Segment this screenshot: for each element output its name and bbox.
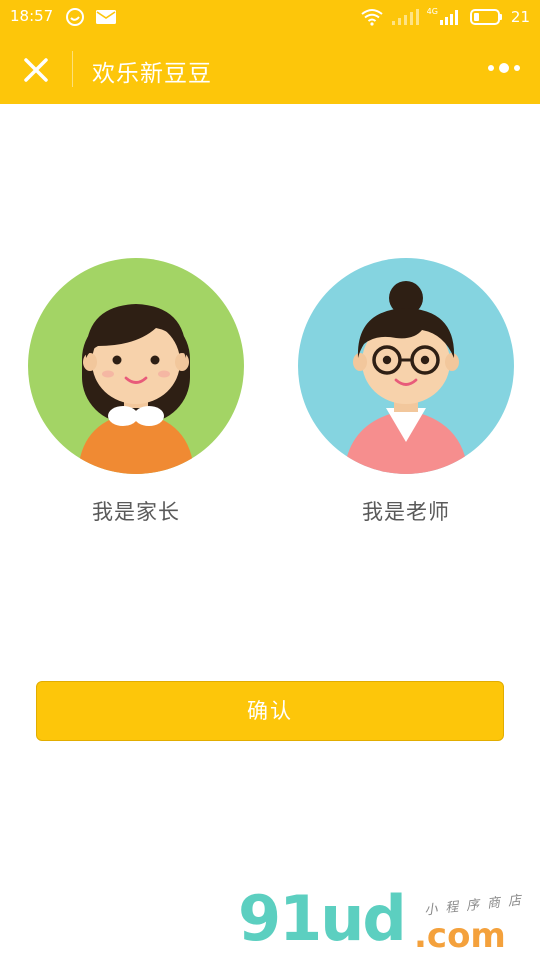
battery-icon	[469, 9, 502, 25]
status-left-icons	[66, 8, 116, 26]
signal-empty-icon	[391, 9, 419, 25]
watermark-tagline: 小程序商店	[423, 892, 530, 919]
wifi-icon	[360, 9, 383, 26]
teacher-avatar	[298, 258, 514, 474]
confirm-button[interactable]: 确认	[36, 681, 504, 741]
nav-bar: 欢乐新豆豆	[0, 34, 540, 104]
nav-divider	[72, 51, 73, 87]
close-icon[interactable]	[20, 54, 52, 86]
more-dots-icon[interactable]	[486, 60, 522, 76]
girl-avatar	[28, 258, 244, 474]
role-parent-label: 我是家长	[92, 500, 180, 524]
role-teacher-option[interactable]: 我是老师	[298, 258, 514, 526]
message-bubble-icon	[66, 8, 84, 26]
mail-icon	[96, 10, 116, 24]
role-parent-option[interactable]: 我是家长	[28, 258, 244, 526]
watermark-logo: 91ud 小程序商店 .com	[238, 888, 538, 958]
watermark-brand: 91ud	[238, 882, 407, 955]
watermark-domain: .com	[414, 916, 506, 956]
status-right-icons: 4G 21	[360, 7, 530, 27]
network-type-label: 4G	[426, 7, 438, 16]
signal-4g-icon: 4G	[427, 8, 461, 26]
battery-level: 21	[510, 8, 530, 26]
role-teacher-label: 我是老师	[362, 500, 450, 524]
page-title: 欢乐新豆豆	[92, 61, 212, 87]
status-bar: 18:57 4G 21	[0, 0, 540, 34]
status-time: 18:57	[10, 7, 54, 25]
